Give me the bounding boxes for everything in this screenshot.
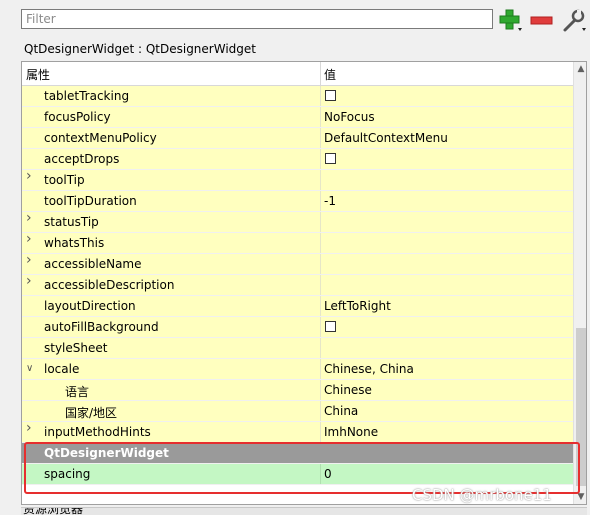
column-header-property[interactable]: 属性 [26, 66, 50, 83]
property-name: layoutDirection [44, 299, 136, 313]
property-value[interactable]: DefaultContextMenu [324, 131, 448, 145]
dropdown-arrow-icon [582, 28, 586, 31]
section-header-qtdesignerwidget: QtDesignerWidget [22, 443, 573, 464]
property-value[interactable]: 0 [324, 467, 332, 481]
property-row[interactable]: › inputMethodHints ImhNone [22, 421, 573, 443]
property-row[interactable]: toolTipDuration -1 [22, 191, 573, 212]
property-row[interactable]: contextMenuPolicy DefaultContextMenu [22, 128, 573, 149]
plus-icon [499, 9, 522, 31]
dropdown-arrow-icon [518, 28, 522, 31]
property-row[interactable]: 语言 Chinese [22, 380, 573, 401]
property-row[interactable]: autoFillBackground [22, 317, 573, 338]
property-name: tabletTracking [44, 89, 130, 103]
property-name: autoFillBackground [44, 320, 159, 334]
property-name: accessibleDescription [44, 278, 175, 292]
property-name: accessibleName [44, 257, 142, 271]
property-value[interactable]: China [324, 404, 358, 418]
scrollbar-thumb[interactable] [576, 328, 586, 486]
property-value[interactable]: ImhNone [324, 425, 378, 439]
property-checkbox[interactable] [325, 153, 336, 164]
property-row-spacing[interactable]: spacing 0 [22, 464, 573, 485]
property-value[interactable]: Chinese, China [324, 362, 414, 376]
property-row[interactable]: tabletTracking [22, 86, 573, 107]
property-name: 国家/地区 [65, 406, 118, 420]
property-value[interactable]: Chinese [324, 383, 372, 397]
property-checkbox[interactable] [325, 90, 336, 101]
chevron-down-icon[interactable]: ∨ [26, 364, 36, 374]
chevron-right-icon[interactable]: › [26, 274, 36, 288]
property-row[interactable]: › accessibleDescription [22, 274, 573, 296]
vertical-scrollbar[interactable]: ▲ ▼ [573, 62, 586, 504]
property-row[interactable]: › toolTip [22, 169, 573, 191]
property-value[interactable]: NoFocus [324, 110, 375, 124]
chevron-right-icon[interactable]: › [26, 211, 36, 225]
property-row[interactable]: layoutDirection LeftToRight [22, 296, 573, 317]
table-header: 属性 值 [22, 62, 573, 86]
property-row[interactable]: focusPolicy NoFocus [22, 107, 573, 128]
chevron-right-icon[interactable]: › [26, 169, 36, 183]
remove-property-button[interactable] [530, 8, 556, 34]
wrench-icon [563, 9, 586, 32]
property-row[interactable]: 国家/地区 China [22, 401, 573, 422]
property-row[interactable]: › statusTip [22, 211, 573, 233]
property-name: focusPolicy [44, 110, 111, 124]
property-name: styleSheet [44, 341, 108, 355]
property-name: whatsThis [44, 236, 105, 250]
scroll-down-icon[interactable]: ▼ [576, 492, 586, 502]
property-name: spacing [44, 467, 91, 481]
property-name: acceptDrops [44, 152, 120, 166]
section-title: QtDesignerWidget [44, 446, 169, 460]
property-checkbox[interactable] [325, 321, 336, 332]
watermark: CSDN @mrbone11 [412, 486, 552, 504]
scroll-up-icon[interactable]: ▲ [576, 64, 586, 74]
filter-input[interactable] [22, 10, 492, 28]
column-header-value[interactable]: 值 [324, 66, 336, 83]
toolbar [0, 0, 590, 40]
property-value[interactable]: LeftToRight [324, 299, 391, 313]
property-name: toolTipDuration [44, 194, 137, 208]
chevron-right-icon[interactable]: › [26, 253, 36, 267]
property-name: toolTip [44, 173, 85, 187]
property-table: 属性 值 tabletTracking focusPolicy NoFocus con… [21, 61, 587, 505]
property-row[interactable]: › accessibleName [22, 253, 573, 275]
property-name: contextMenuPolicy [44, 131, 157, 145]
chevron-right-icon[interactable]: › [26, 232, 36, 246]
property-name: locale [44, 362, 80, 376]
configure-button[interactable] [561, 8, 587, 34]
chevron-right-icon[interactable]: › [26, 421, 36, 435]
property-row[interactable]: › whatsThis [22, 232, 573, 254]
property-rows: tabletTracking focusPolicy NoFocus contextM… [22, 86, 573, 485]
object-title: QtDesignerWidget : QtDesignerWidget [24, 42, 256, 56]
property-row[interactable]: ∨ locale Chinese, China [22, 359, 573, 380]
property-row[interactable]: acceptDrops [22, 149, 573, 170]
property-name: 语言 [65, 385, 90, 399]
property-name: statusTip [44, 215, 99, 229]
property-row[interactable]: styleSheet [22, 338, 573, 359]
add-property-button[interactable] [498, 8, 524, 34]
filter-field[interactable] [21, 9, 493, 29]
minus-icon [530, 16, 553, 25]
property-name: inputMethodHints [44, 425, 151, 439]
property-value[interactable]: -1 [324, 194, 336, 208]
